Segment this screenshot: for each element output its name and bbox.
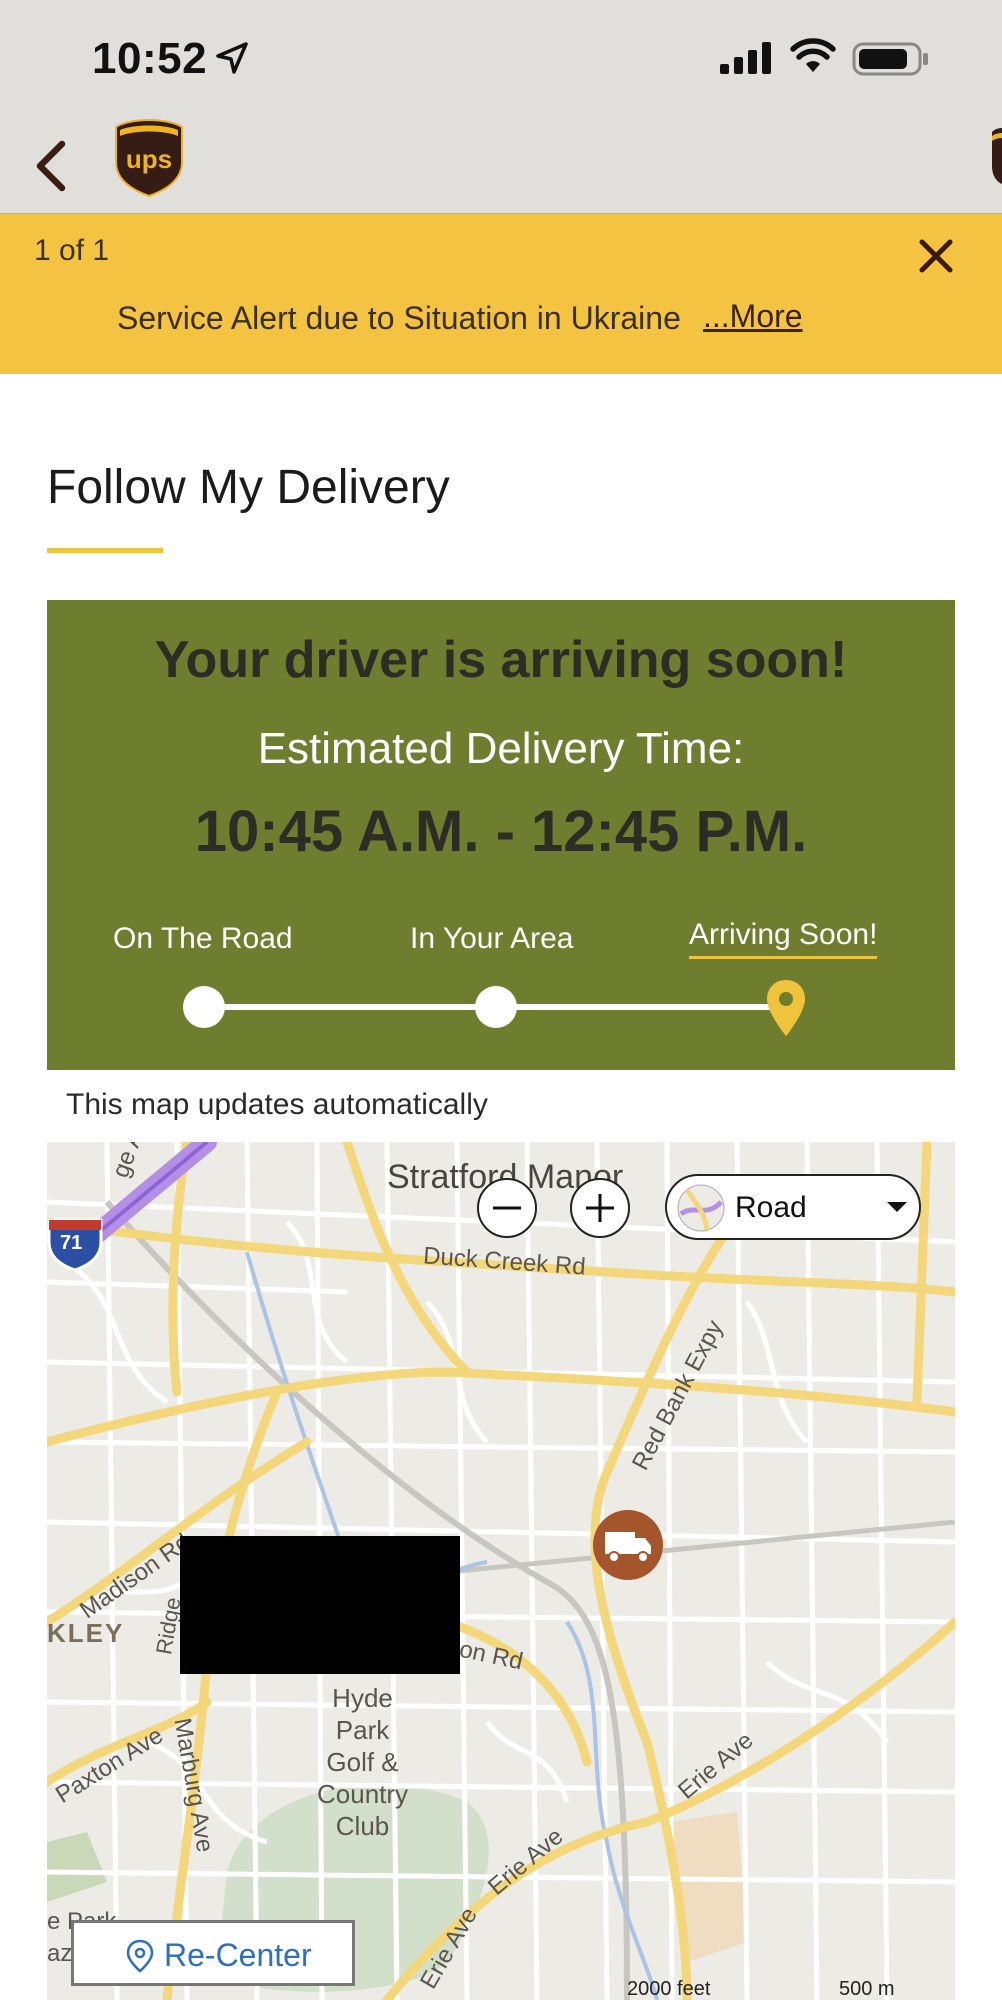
location-arrow-icon <box>216 42 248 74</box>
redacted-area <box>180 1536 460 1674</box>
recenter-button[interactable]: Re-Center <box>71 1920 355 1986</box>
nav-bar: ups <box>0 118 1002 214</box>
eta-label: Estimated Delivery Time: <box>257 724 745 773</box>
step-on-the-road: On The Road <box>113 922 293 955</box>
map-label-hyde-park: Hyde Park Golf & Country Club <box>317 1683 409 1841</box>
road-map-icon <box>677 1184 725 1232</box>
close-icon[interactable] <box>914 234 958 278</box>
map-scale-meters: 500 m <box>839 1978 895 2000</box>
alert-count: 1 of 1 <box>34 234 110 267</box>
back-chevron-icon[interactable] <box>24 136 84 196</box>
zoom-in-button[interactable] <box>570 1178 630 1238</box>
status-bar: 10:52 <box>0 0 1002 118</box>
cellular-signal-icon <box>720 42 771 74</box>
page-title: Follow My Delivery <box>47 461 450 514</box>
chevron-down-icon <box>887 1202 907 1212</box>
map-scale-feet: 2000 feet <box>627 1978 711 2000</box>
battery-icon <box>852 42 928 76</box>
map-update-note: This map updates automatically <box>66 1088 488 1121</box>
map-label-kley: KLEY <box>47 1618 125 1648</box>
alert-message: Service Alert due to Situation in Ukrain… <box>117 300 681 336</box>
wifi-icon <box>790 38 836 72</box>
svg-text:ups: ups <box>126 144 172 174</box>
step-arriving-soon: Arriving Soon! <box>689 918 878 959</box>
location-pin-icon <box>767 980 805 1036</box>
alert-more-link[interactable]: ...More <box>703 298 803 335</box>
map-type-dropdown[interactable]: Road <box>665 1174 921 1240</box>
minus-icon <box>493 1206 521 1210</box>
title-underline <box>47 548 163 553</box>
plus-icon <box>586 1194 614 1222</box>
map-type-label: Road <box>735 1191 807 1224</box>
service-alert-banner: 1 of 1 Service Alert due to Situation in… <box>0 214 1002 374</box>
location-pin-icon <box>126 1939 154 1973</box>
zoom-out-button[interactable] <box>477 1178 537 1238</box>
truck-icon <box>605 1532 651 1563</box>
ups-logo: ups <box>115 118 183 198</box>
progress-dot-in-your-area <box>475 986 517 1028</box>
ups-logo-partial <box>992 128 1002 184</box>
delivery-map[interactable]: Stratford Manor 71 ge Ave Duck Creek Rd … <box>47 1142 955 2000</box>
eta-time: 10:45 A.M. - 12:45 P.M. <box>194 799 808 864</box>
recenter-label: Re-Center <box>164 1937 312 1973</box>
step-in-your-area: In Your Area <box>410 922 574 955</box>
delivery-status-card: Your driver is arriving soon! Estimated … <box>47 600 955 1070</box>
delivery-headline: Your driver is arriving soon! <box>154 631 848 689</box>
delivery-truck-marker[interactable] <box>593 1510 663 1580</box>
map-label-interstate-number: 71 <box>60 1232 83 1254</box>
status-time: 10:52 <box>92 34 208 83</box>
progress-dot-on-the-road <box>183 986 225 1028</box>
